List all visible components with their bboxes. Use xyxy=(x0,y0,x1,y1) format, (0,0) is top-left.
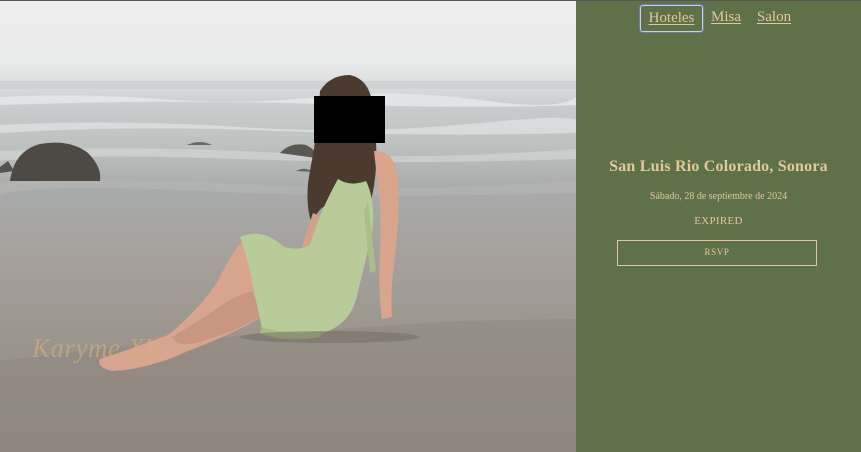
wave-line xyxy=(0,93,576,107)
event-date: Sábado, 28 de septiembre de 2024 xyxy=(649,191,788,202)
arm xyxy=(374,150,399,319)
nav-link-hoteles[interactable]: Hoteles xyxy=(640,5,703,32)
rsvp-button[interactable]: RSVP xyxy=(617,240,817,266)
event-location: San Luis Rio Colorado, Sonora xyxy=(609,158,828,175)
top-nav: Hoteles Misa Salon xyxy=(576,3,861,33)
event-info-panel: Hoteles Misa Salon San Luis Rio Colorado… xyxy=(576,0,861,452)
photo-watermark: Karyme XV xyxy=(32,333,162,363)
rock xyxy=(0,161,14,173)
dress xyxy=(240,179,374,336)
wave-foam xyxy=(0,180,576,196)
face-censor-block xyxy=(314,96,385,143)
beach-scene xyxy=(0,75,576,452)
rock xyxy=(187,142,212,145)
horizon xyxy=(0,81,576,89)
shadow xyxy=(240,331,420,343)
hero-photo: Karyme XV xyxy=(0,0,576,452)
rock xyxy=(10,142,101,181)
wave-line xyxy=(0,117,576,135)
nav-link-salon[interactable]: Salon xyxy=(754,5,794,32)
nav-link-misa[interactable]: Misa xyxy=(709,5,743,32)
event-status: EXPIRED xyxy=(694,215,743,227)
